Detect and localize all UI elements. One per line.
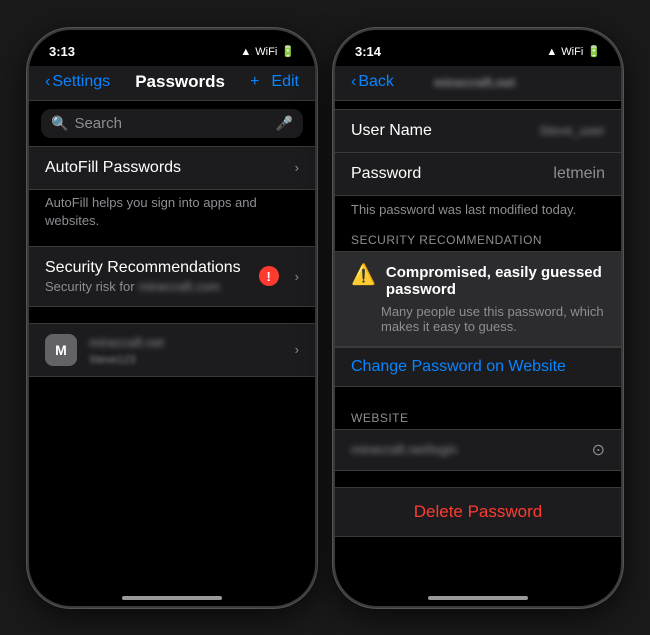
security-info: Security Recommendations Security risk f…	[45, 259, 259, 294]
screen-1: 3:13 ▲ WiFi 🔋 ‹ Settings Passwords + Edi…	[29, 30, 315, 606]
warning-box: ⚠️ Compromised, easily guessed password …	[335, 251, 621, 347]
account-info: minecraft.net Steve123	[89, 334, 295, 366]
nav-title-2: minecraft.net	[434, 72, 516, 92]
delete-password-label: Delete Password	[414, 502, 543, 521]
delete-button-section[interactable]: Delete Password	[335, 487, 621, 537]
phone-2: 3:14 ▲ WiFi 🔋 ‹ Back minecraft.net	[333, 28, 623, 608]
search-icon: 🔍	[51, 115, 68, 132]
account-domain-blurred: minecraft.net	[89, 335, 164, 350]
autofill-section: AutoFill Passwords › AutoFill helps you …	[29, 146, 315, 238]
nav-title-1: Passwords	[135, 72, 225, 92]
autofill-label: AutoFill Passwords	[45, 159, 181, 177]
security-right: ! ›	[259, 266, 299, 286]
nav-actions-1: + Edit	[250, 73, 299, 91]
password-value: letmein	[553, 165, 605, 183]
warning-triangle-icon: ⚠️	[351, 262, 376, 287]
home-indicator-2	[428, 596, 528, 600]
nav-bar-1: ‹ Settings Passwords + Edit	[29, 66, 315, 101]
website-row[interactable]: minecraft.net/login ⊙	[335, 429, 621, 471]
security-badge: !	[259, 266, 279, 286]
back-chevron-2: ‹	[351, 73, 356, 91]
status-icons-2: ▲ WiFi 🔋	[546, 45, 601, 58]
wifi-icon-2: WiFi	[561, 46, 583, 58]
security-subtitle: Security risk for minecraft.com	[45, 279, 259, 294]
change-password-link[interactable]: Change Password on Website	[335, 347, 621, 387]
security-domain-blurred: minecraft.com	[139, 279, 221, 294]
nav-bar-2: ‹ Back minecraft.net	[335, 66, 621, 101]
nav-title-blurred-2: minecraft.net	[434, 75, 516, 90]
screen-2: 3:14 ▲ WiFi 🔋 ‹ Back minecraft.net	[335, 30, 621, 606]
back-label-2: Back	[358, 73, 394, 91]
status-bar-2: 3:14 ▲ WiFi 🔋	[335, 30, 621, 66]
autofill-item[interactable]: AutoFill Passwords ›	[29, 146, 315, 190]
username-value: Steve_user	[539, 122, 605, 140]
website-label: WEBSITE	[335, 403, 621, 429]
modified-note: This password was last modified today.	[335, 196, 621, 225]
status-icons-1: ▲ WiFi 🔋	[240, 45, 295, 58]
status-time-2: 3:14	[355, 44, 381, 59]
edit-button-1[interactable]: Edit	[271, 73, 299, 91]
autofill-info: AutoFill Passwords	[45, 159, 181, 177]
warning-body: Many people use this password, which mak…	[351, 304, 605, 334]
account-user-blurred: Steve123	[89, 354, 135, 366]
home-indicator-1	[122, 596, 222, 600]
autofill-chevron: ›	[295, 160, 299, 175]
search-bar[interactable]: 🔍 Search 🎤	[41, 109, 303, 138]
account-chevron: ›	[295, 342, 299, 357]
back-label-1: Settings	[52, 73, 110, 91]
security-chevron: ›	[295, 269, 299, 284]
status-time-1: 3:13	[49, 44, 75, 59]
security-item[interactable]: Security Recommendations Security risk f…	[29, 246, 315, 307]
website-section: WEBSITE minecraft.net/login ⊙	[335, 403, 621, 471]
signal-icon-2: ▲	[546, 46, 557, 58]
mic-icon[interactable]: 🎤	[276, 115, 293, 132]
username-label: User Name	[351, 122, 432, 140]
back-button-2[interactable]: ‹ Back	[351, 73, 394, 91]
security-section-label: SECURITY RECOMMENDATION	[335, 225, 621, 251]
external-link-icon[interactable]: ⊙	[592, 440, 605, 460]
add-button-1[interactable]: +	[250, 73, 259, 91]
account-avatar: M	[45, 334, 77, 366]
website-url-blurred: minecraft.net/login	[351, 442, 457, 457]
back-chevron-1: ‹	[45, 73, 50, 91]
password-row[interactable]: Password letmein	[335, 153, 621, 196]
warning-title: Compromised, easily guessed password	[386, 264, 605, 298]
security-label: Security Recommendations	[45, 259, 259, 277]
battery-icon-2: 🔋	[587, 45, 601, 58]
search-placeholder: Search	[74, 115, 269, 132]
battery-icon-1: 🔋	[281, 45, 295, 58]
account-domain: minecraft.net	[89, 334, 295, 351]
back-button-1[interactable]: ‹ Settings	[45, 73, 110, 91]
account-user: Steve123	[89, 351, 295, 366]
warning-header: ⚠️ Compromised, easily guessed password	[351, 264, 605, 298]
security-subtitle-prefix: Security risk for	[45, 279, 135, 294]
username-row[interactable]: User Name Steve_user	[335, 109, 621, 153]
account-item[interactable]: M minecraft.net Steve123 ›	[29, 323, 315, 377]
username-value-blurred: Steve_user	[539, 123, 605, 138]
wifi-icon-1: WiFi	[255, 46, 277, 58]
credentials-section: User Name Steve_user Password letmein	[335, 109, 621, 196]
status-bar-1: 3:13 ▲ WiFi 🔋	[29, 30, 315, 66]
signal-icon-1: ▲	[240, 46, 251, 58]
autofill-subtitle: AutoFill helps you sign into apps and we…	[45, 195, 257, 228]
website-value: minecraft.net/login	[351, 441, 457, 458]
change-password-section: Change Password on Website	[335, 347, 621, 387]
phone-1: 3:13 ▲ WiFi 🔋 ‹ Settings Passwords + Edi…	[27, 28, 317, 608]
password-label: Password	[351, 165, 421, 183]
